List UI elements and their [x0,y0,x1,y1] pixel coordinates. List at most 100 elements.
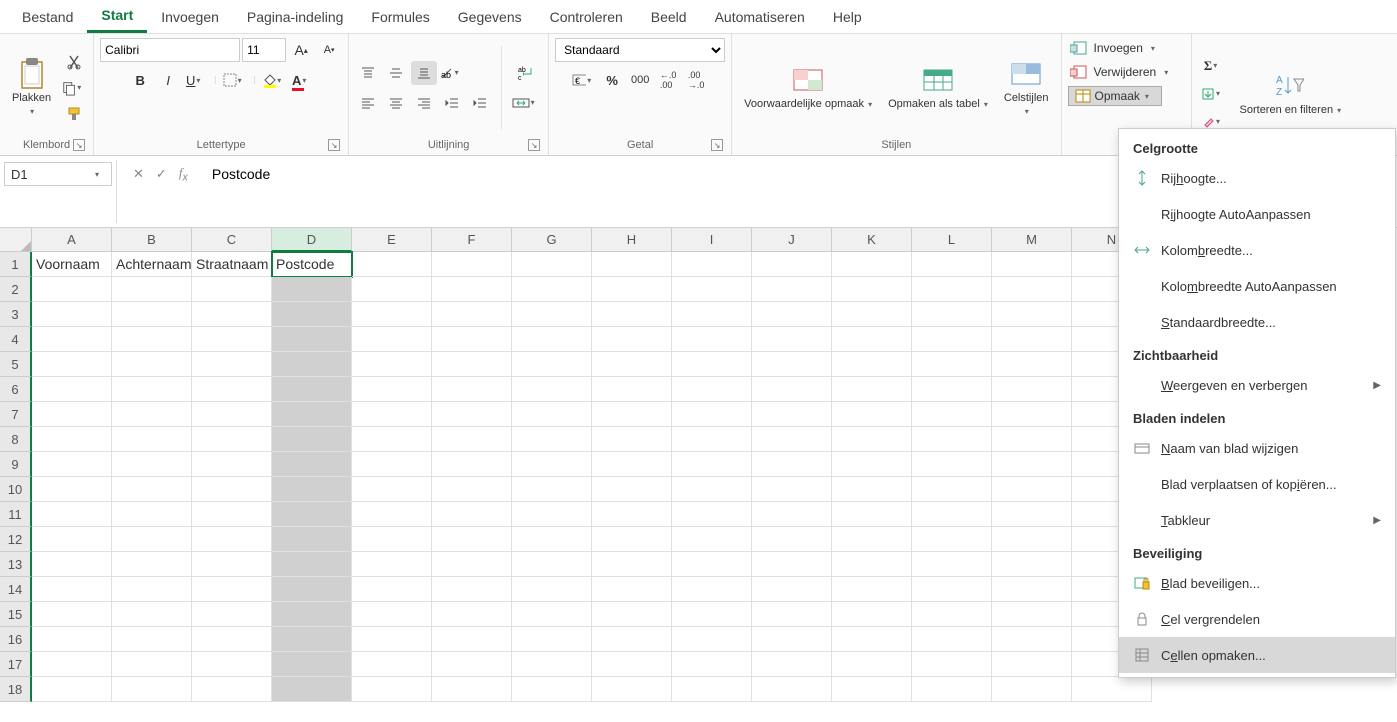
cell-E12[interactable] [352,527,432,552]
cell-D10[interactable] [272,477,352,502]
row-header-16[interactable]: 16 [0,627,32,652]
cell-K18[interactable] [832,677,912,702]
cell-F17[interactable] [432,652,512,677]
row-header-5[interactable]: 5 [0,352,32,377]
menu-row-height[interactable]: Rijhoogte... [1119,160,1395,196]
increase-decimal-button[interactable]: ←.0.00 [655,68,681,92]
increase-indent-button[interactable] [467,91,493,115]
cell-B13[interactable] [112,552,192,577]
cell-C17[interactable] [192,652,272,677]
cell-K2[interactable] [832,277,912,302]
cell-A16[interactable] [32,627,112,652]
align-bottom-button[interactable] [411,61,437,85]
cell-I17[interactable] [672,652,752,677]
formula-cancel-icon[interactable]: ✕ [133,166,144,182]
tab-bestand[interactable]: Bestand [8,0,87,33]
tab-controleren[interactable]: Controleren [536,0,637,33]
cell-L11[interactable] [912,502,992,527]
cell-K9[interactable] [832,452,912,477]
cell-G11[interactable] [512,502,592,527]
cell-E8[interactable] [352,427,432,452]
cell-C9[interactable] [192,452,272,477]
increase-font-button[interactable]: A▴ [288,38,314,62]
underline-button[interactable]: U▾ [183,68,209,92]
row-header-3[interactable]: 3 [0,302,32,327]
cell-D12[interactable] [272,527,352,552]
row-header-11[interactable]: 11 [0,502,32,527]
cell-D7[interactable] [272,402,352,427]
conditional-format-button[interactable]: Voorwaardelijke opmaak ▾ [738,62,878,112]
cell-H16[interactable] [592,627,672,652]
menu-format-cells[interactable]: Cellen opmaken... [1119,637,1395,673]
column-header-H[interactable]: H [592,228,672,252]
font-dialog-launcher[interactable]: ↘ [328,139,340,151]
cell-C2[interactable] [192,277,272,302]
sort-filter-button[interactable]: AZ Sorteren en filteren ▾ [1234,68,1348,118]
cell-J18[interactable] [752,677,832,702]
cell-A13[interactable] [32,552,112,577]
cell-D4[interactable] [272,327,352,352]
cell-K3[interactable] [832,302,912,327]
menu-default-width[interactable]: Standaardbreedte... [1119,304,1395,340]
cell-I16[interactable] [672,627,752,652]
cell-J14[interactable] [752,577,832,602]
tab-help[interactable]: Help [819,0,876,33]
cell-A12[interactable] [32,527,112,552]
cell-L5[interactable] [912,352,992,377]
cell-L17[interactable] [912,652,992,677]
font-name-select[interactable] [100,38,240,62]
cell-L2[interactable] [912,277,992,302]
cell-H9[interactable] [592,452,672,477]
cell-H2[interactable] [592,277,672,302]
cell-K4[interactable] [832,327,912,352]
cell-E18[interactable] [352,677,432,702]
cell-C18[interactable] [192,677,272,702]
cell-A15[interactable] [32,602,112,627]
tab-automatiseren[interactable]: Automatiseren [701,0,819,33]
cell-L15[interactable] [912,602,992,627]
cell-J8[interactable] [752,427,832,452]
cell-E11[interactable] [352,502,432,527]
align-center-button[interactable] [383,91,409,115]
cell-M9[interactable] [992,452,1072,477]
cell-J9[interactable] [752,452,832,477]
cell-A2[interactable] [32,277,112,302]
row-header-13[interactable]: 13 [0,552,32,577]
cell-H8[interactable] [592,427,672,452]
cell-L16[interactable] [912,627,992,652]
number-format-select[interactable]: Standaard [555,38,725,62]
cell-H3[interactable] [592,302,672,327]
cell-E7[interactable] [352,402,432,427]
cell-M18[interactable] [992,677,1072,702]
cell-K1[interactable] [832,252,912,277]
column-header-B[interactable]: B [112,228,192,252]
cell-D2[interactable] [272,277,352,302]
cell-D6[interactable] [272,377,352,402]
tab-start[interactable]: Start [87,0,147,33]
cell-J4[interactable] [752,327,832,352]
cell-B5[interactable] [112,352,192,377]
cell-E6[interactable] [352,377,432,402]
cell-K12[interactable] [832,527,912,552]
font-size-select[interactable] [242,38,286,62]
cell-H18[interactable] [592,677,672,702]
cell-H7[interactable] [592,402,672,427]
cell-E2[interactable] [352,277,432,302]
cell-M11[interactable] [992,502,1072,527]
row-header-1[interactable]: 1 [0,252,32,277]
cell-J10[interactable] [752,477,832,502]
cell-J3[interactable] [752,302,832,327]
cell-C3[interactable] [192,302,272,327]
cell-D15[interactable] [272,602,352,627]
cell-F1[interactable] [432,252,512,277]
wrap-text-button[interactable]: abc [510,61,542,85]
accounting-format-button[interactable]: €▾ [571,68,597,92]
menu-move-copy-sheet[interactable]: Blad verplaatsen of kopiëren... [1119,466,1395,502]
cell-F3[interactable] [432,302,512,327]
column-header-M[interactable]: M [992,228,1072,252]
cell-F12[interactable] [432,527,512,552]
decrease-font-button[interactable]: A▾ [316,38,342,62]
cell-F16[interactable] [432,627,512,652]
menu-lock-cell[interactable]: Cel vergrendelen [1119,601,1395,637]
cell-I5[interactable] [672,352,752,377]
